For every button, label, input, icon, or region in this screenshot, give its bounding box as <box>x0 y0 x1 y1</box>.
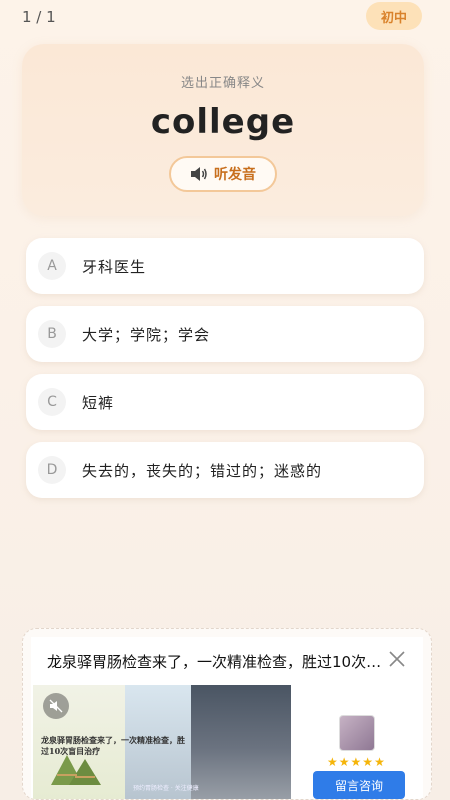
top-bar: 1 / 1 初中 <box>0 0 450 34</box>
option-text: 短裤 <box>82 393 115 412</box>
option-text: 牙科医生 <box>82 257 147 276</box>
ad-image-footer: 预约胃肠检查 · 关注健康 <box>133 785 199 792</box>
consult-button[interactable]: 留言咨询 <box>313 771 405 799</box>
question-instruction: 选出正确释义 <box>180 76 265 91</box>
progress-counter: 1 / 1 <box>22 8 56 26</box>
close-icon[interactable] <box>387 649 407 669</box>
rating-stars: ★ ★ ★ ★ ★ <box>327 755 385 769</box>
star-icon: ★ <box>350 755 362 769</box>
word-card: 选出正确释义 college 听发音 <box>22 44 424 216</box>
ad-title[interactable]: 龙泉驿胃肠检查来了，一次精准检查，胜过10次盲目治疗 <box>47 651 387 672</box>
mute-icon[interactable] <box>43 693 69 719</box>
star-icon: ★ <box>338 755 350 769</box>
option-text: 失去的，丧失的；错过的；迷惑的 <box>82 461 323 480</box>
audio-button-label: 听发音 <box>214 167 256 183</box>
option-a[interactable]: A 牙科医生 <box>26 238 424 294</box>
ad-app-icon[interactable] <box>339 715 375 751</box>
star-icon: ★ <box>362 755 374 769</box>
vocabulary-word: college <box>150 102 296 142</box>
ad-video-thumbnail[interactable]: 龙泉驿胃肠检查来了，一次精准检查，胜过10次盲目治疗 预约胃肠检查 · 关注健康 <box>33 685 291 799</box>
ad-image-caption: 龙泉驿胃肠检查来了，一次精准检查，胜过10次盲目治疗 <box>41 735 185 756</box>
star-icon: ★ <box>327 755 338 769</box>
option-letter: D <box>38 456 66 484</box>
play-pronunciation-button[interactable]: 听发音 <box>169 156 277 192</box>
ad-banner[interactable]: 龙泉驿胃肠检查来了，一次精准检查，胜过10次盲目治疗 龙泉驿胃肠检查来了，一次精… <box>22 628 432 800</box>
option-letter: A <box>38 252 66 280</box>
level-badge[interactable]: 初中 <box>366 2 422 30</box>
speaker-icon <box>191 167 207 181</box>
option-d[interactable]: D 失去的，丧失的；错过的；迷惑的 <box>26 442 424 498</box>
option-text: 大学；学院；学会 <box>82 325 211 344</box>
option-c[interactable]: C 短裤 <box>26 374 424 430</box>
option-letter: C <box>38 388 66 416</box>
option-b[interactable]: B 大学；学院；学会 <box>26 306 424 362</box>
option-letter: B <box>38 320 66 348</box>
star-icon: ★ <box>374 755 385 769</box>
ad-content[interactable]: 龙泉驿胃肠检查来了，一次精准检查，胜过10次盲目治疗 龙泉驿胃肠检查来了，一次精… <box>31 637 423 799</box>
